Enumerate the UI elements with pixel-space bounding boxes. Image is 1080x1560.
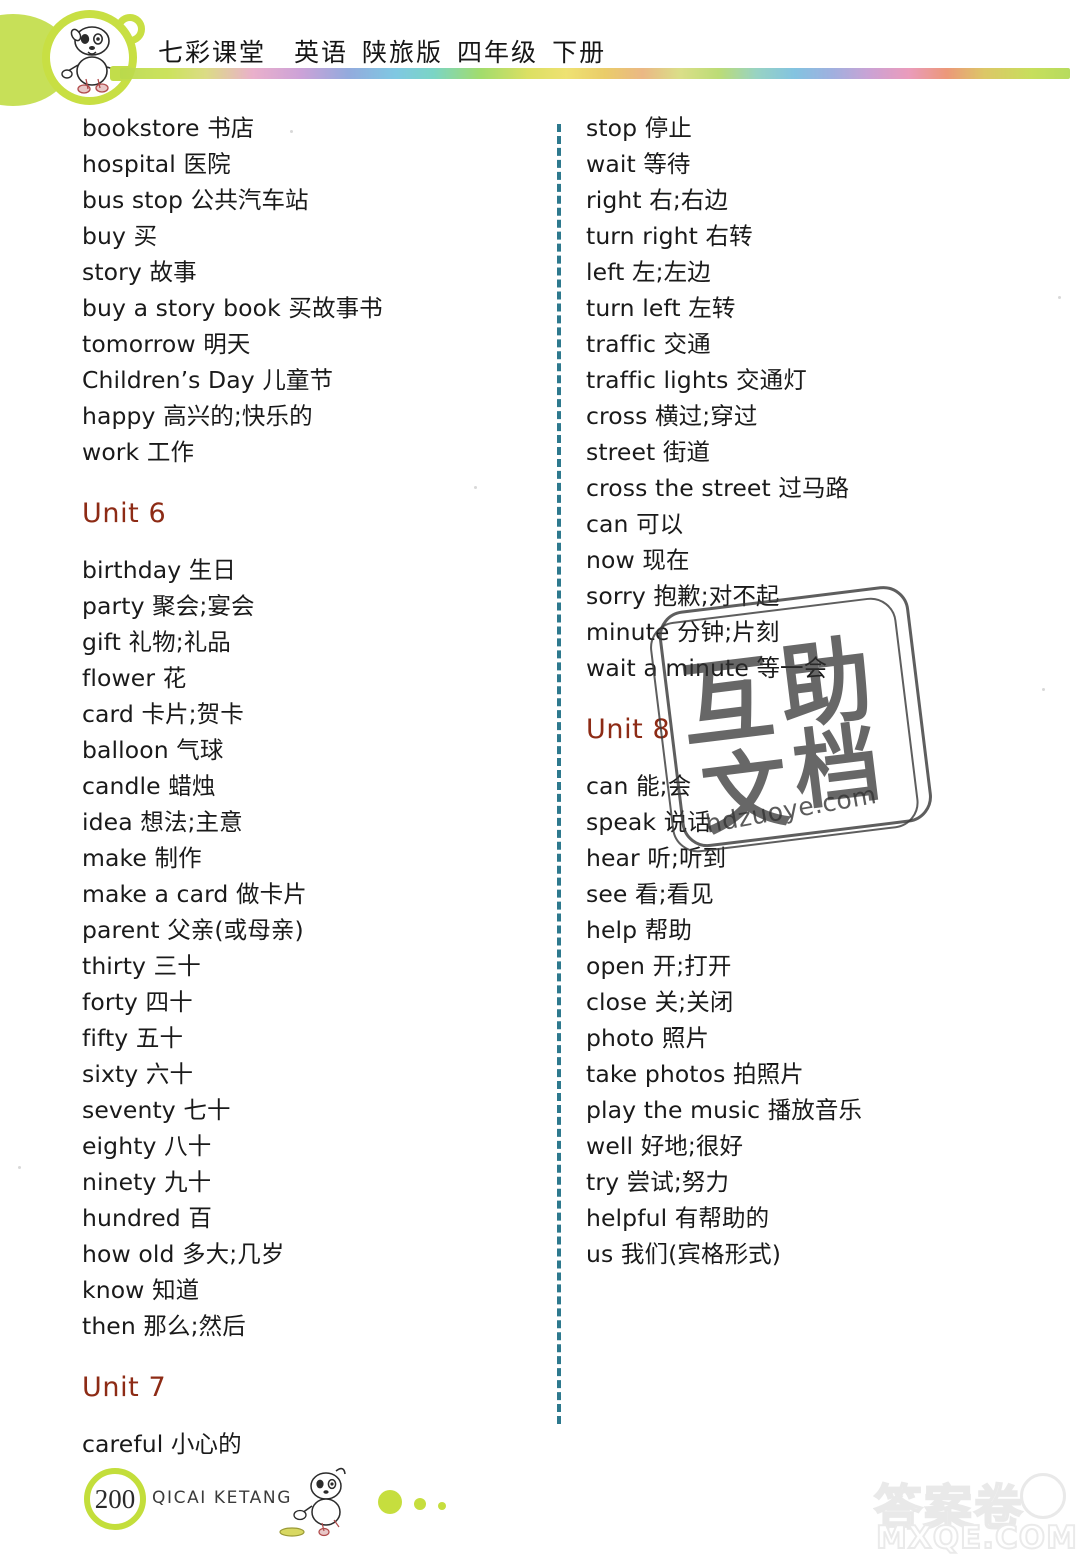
rainbow-divider-bar [120,68,1070,79]
vocabulary-entry: flower 花 [82,664,187,692]
vocabulary-entry: work 工作 [82,438,195,466]
dog-running-icon [279,1467,346,1537]
vocabulary-entry: candle 蜡烛 [82,772,216,800]
vocabulary-entry: know 知道 [82,1276,200,1304]
vocabulary-entry: Children’s Day 儿童节 [82,366,334,394]
vocabulary-entry: play the music 播放音乐 [586,1096,863,1124]
vocabulary-entry: well 好地;很好 [586,1132,744,1160]
vocabulary-entry: photo 照片 [586,1024,710,1052]
scan-speckle [18,1166,21,1169]
scan-speckle [474,486,477,489]
vocabulary-entry: helpful 有帮助的 [586,1204,770,1232]
vocabulary-entry: left 左;左边 [586,258,711,286]
vocabulary-entry: can 可以 [586,510,684,538]
column-dashed-divider [557,124,561,1424]
vocabulary-entry: sorry 抱歉;对不起 [586,582,780,610]
vocabulary-entry: help 帮助 [586,916,692,944]
vocabulary-entry: make 制作 [82,844,202,872]
vocabulary-entry: traffic 交通 [586,330,711,358]
vocabulary-column-right: stop 停止 wait 等待 right 右;右边 turn right 右转 lef… [586,110,1026,1272]
vocabulary-entry: idea 想法;主意 [82,808,243,836]
vocabulary-entry: turn left 左转 [586,294,736,322]
textbook-page: 七彩课堂 英语 陕旅版 四年级 下册 bookstore 书店 hospital 医院 bu… [0,0,1080,1560]
vocabulary-entry: thirty 三十 [82,952,201,980]
vocabulary-content: bookstore 书店 hospital 医院 bus stop 公共汽车站 buy… [0,110,1080,1458]
vocabulary-entry: sixty 六十 [82,1060,194,1088]
vocabulary-entry: ninety 九十 [82,1168,212,1196]
footer-dot-large [378,1490,402,1514]
vocabulary-entry: right 右;右边 [586,186,729,214]
vocabulary-entry: can 能;会 [586,772,692,800]
vocabulary-entry: careful 小心的 [82,1430,242,1458]
vocabulary-entry: then 那么;然后 [82,1312,246,1340]
scan-speckle [1042,688,1045,691]
vocabulary-entry: street 街道 [586,438,711,466]
vocabulary-entry: hundred 百 [82,1204,212,1232]
scan-speckle [1058,296,1061,299]
vocabulary-entry: card 卡片;贺卡 [82,700,244,728]
vocabulary-entry: see 看;看见 [586,880,714,908]
vocabulary-entry: close 关;关闭 [586,988,734,1016]
footer-dot-medium [414,1498,426,1510]
vocabulary-entry: cross the street 过马路 [586,474,850,502]
vocabulary-column-left: bookstore 书店 hospital 医院 bus stop 公共汽车站 buy… [82,110,522,1462]
vocabulary-entry: fifty 五十 [82,1024,184,1052]
vocabulary-entry: wait a minute 等一会 [586,654,828,682]
page-header: 七彩课堂 英语 陕旅版 四年级 下册 [0,0,1080,110]
vocabulary-entry: buy a story book 买故事书 [82,294,383,322]
vocabulary-entry: wait 等待 [586,150,691,178]
vocabulary-entry: minute 分钟;片刻 [586,618,780,646]
scan-speckle [290,130,293,133]
page-number: 200 [94,1483,136,1514]
vocabulary-entry: happy 高兴的;快乐的 [82,402,313,430]
header-title: 七彩课堂 英语 陕旅版 四年级 下册 [158,38,607,67]
vocabulary-entry: us 我们(宾格形式) [586,1240,782,1268]
unit-heading: Unit 8 [586,714,671,745]
unit-heading: Unit 6 [82,498,167,529]
vocabulary-entry: bookstore 书店 [82,114,255,142]
vocabulary-entry: seventy 七十 [82,1096,231,1124]
vocabulary-entry: eighty 八十 [82,1132,212,1160]
page-footer: 200 QICAI KETANG [0,1460,1080,1560]
vocabulary-entry: gift 礼物;礼品 [82,628,231,656]
vocabulary-entry: parent 父亲(或母亲) [82,916,304,944]
vocabulary-entry: open 开;打开 [586,952,732,980]
vocabulary-entry: birthday 生日 [82,556,237,584]
vocabulary-entry: forty 四十 [82,988,193,1016]
vocabulary-entry: balloon 气球 [82,736,224,764]
vocabulary-entry: party 聚会;宴会 [82,592,255,620]
footer-dot-small [438,1502,446,1510]
vocabulary-entry: take photos 拍照片 [586,1060,804,1088]
dog-mascot-icon [61,26,117,94]
footer-brand-label: QICAI KETANG [152,1488,292,1508]
vocabulary-entry: hospital 医院 [82,150,231,178]
vocabulary-entry: how old 多大;几岁 [82,1240,285,1268]
vocabulary-entry: make a card 做卡片 [82,880,307,908]
vocabulary-entry: hear 听;听到 [586,844,727,872]
vocabulary-entry: turn right 右转 [586,222,753,250]
unit-heading: Unit 7 [82,1372,167,1403]
vocabulary-entry: bus stop 公共汽车站 [82,186,309,214]
vocabulary-entry: try 尝试;努力 [586,1168,730,1196]
vocabulary-entry: buy 买 [82,222,158,250]
vocabulary-entry: speak 说话 [586,808,711,836]
vocabulary-entry: stop 停止 [586,114,692,142]
vocabulary-entry: story 故事 [82,258,197,286]
vocabulary-entry: traffic lights 交通灯 [586,366,807,394]
vocabulary-entry: now 现在 [586,546,690,574]
vocabulary-entry: tomorrow 明天 [82,330,251,358]
vocabulary-entry: cross 横过;穿过 [586,402,758,430]
